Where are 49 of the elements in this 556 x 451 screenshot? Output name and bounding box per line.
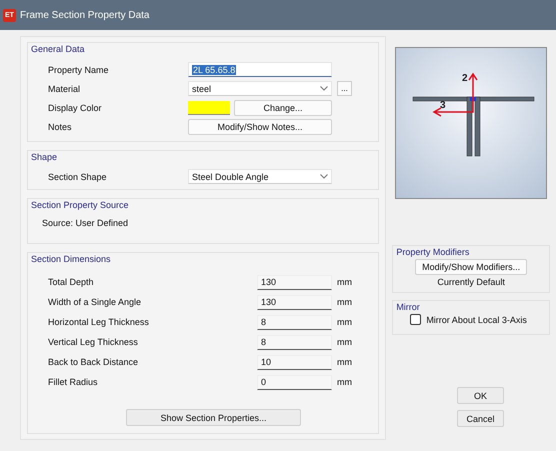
dropdown[interactable]: steel — [188, 81, 332, 96]
notes-button[interactable]: Modify/Show Notes... — [188, 119, 332, 136]
show-properties-button[interactable]: Show Section Properties... — [126, 409, 301, 426]
field-label: Total Depth — [47, 277, 95, 287]
field-label: Section Shape — [47, 172, 108, 182]
field-label: Vertical Leg Thickness — [47, 337, 139, 347]
group-title: Shape — [31, 152, 58, 162]
checkbox-label: Mirror About Local 3-Axis — [426, 314, 527, 324]
ok-button[interactable]: OK — [457, 387, 504, 404]
input-field[interactable]: 130 — [257, 274, 332, 290]
field-label: Back to Back Distance — [47, 357, 140, 367]
field-label: Display Color — [47, 103, 103, 114]
unit-label: mm — [337, 377, 352, 387]
unit-label: mm — [337, 317, 352, 327]
group-title: Section Property Source — [31, 200, 129, 210]
browse-button[interactable]: ... — [337, 81, 352, 96]
field-label: Fillet Radius — [47, 377, 99, 387]
input-field[interactable]: 10 — [257, 354, 332, 370]
group-title: Section Dimensions — [31, 254, 111, 264]
group-title: Mirror — [396, 302, 420, 312]
status-text: Currently Default — [437, 277, 505, 287]
field-label: Horizontal Leg Thickness — [47, 317, 150, 327]
checkbox[interactable] — [410, 314, 422, 325]
axis-label: 2 — [462, 73, 468, 84]
unit-label: mm — [337, 337, 352, 347]
source-text: Source: User Defined — [41, 218, 130, 228]
window-title: Frame Section Property Data — [20, 10, 150, 20]
color-swatch[interactable] — [188, 101, 230, 116]
input-field[interactable]: 8 — [257, 314, 332, 330]
field-label: Material — [47, 84, 82, 94]
axis-label: 3 — [440, 100, 446, 111]
unit-label: mm — [337, 297, 352, 307]
group-title: Property Modifiers — [396, 247, 470, 257]
input-field[interactable]: 0 — [257, 374, 332, 390]
input-field[interactable]: 8 — [257, 334, 332, 350]
unit-label: mm — [337, 277, 352, 287]
field-label: Property Name — [47, 64, 110, 75]
field-label: Width of a Single Angle — [47, 297, 142, 307]
unit-label: mm — [337, 357, 352, 367]
group-title: General Data — [31, 44, 85, 54]
input-field[interactable]: 2L 65.65.8 — [188, 62, 332, 78]
chevron-icon — [320, 86, 328, 92]
input-field[interactable]: 130 — [257, 294, 332, 310]
modifiers-button[interactable]: Modify/Show Modifiers... — [415, 259, 528, 275]
change-button[interactable]: Change... — [234, 100, 332, 116]
dropdown[interactable]: Steel Double Angle — [188, 169, 332, 184]
cancel-button[interactable]: Cancel — [457, 410, 504, 427]
chevron-icon — [320, 174, 328, 179]
field-label: Notes — [47, 122, 73, 132]
